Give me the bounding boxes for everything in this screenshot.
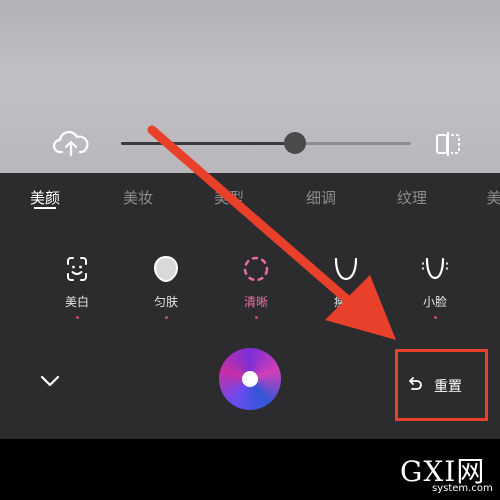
clarity-icon [243, 256, 269, 282]
tool-row: 美白 匀肤 清晰 瘦脸 小脸 [0, 253, 500, 323]
reset-label: 重置 [434, 379, 462, 395]
tab-makeup[interactable]: 美妆 [123, 187, 153, 208]
tab-active-underline [33, 207, 56, 209]
skin-icon [153, 255, 179, 283]
upload-cloud-icon[interactable] [53, 128, 89, 158]
beauty-panel: 美颜 美妆 美型 细调 纹理 美 美白 匀肤 清晰 瘦脸 小脸 重置 [0, 173, 500, 439]
tab-more[interactable]: 美 [486, 187, 500, 208]
tool-even-skin[interactable]: 匀肤 [136, 253, 196, 319]
slider-fill [121, 142, 295, 145]
tool-indicator-dot [433, 316, 437, 319]
tool-clarity[interactable]: 清晰 [226, 253, 286, 319]
tool-label: 清晰 [243, 295, 268, 309]
tab-beauty[interactable]: 美颜 [30, 187, 60, 209]
tool-slim-face[interactable]: 瘦脸 [316, 253, 376, 319]
tool-small-face[interactable]: 小脸 [405, 253, 465, 319]
face-icon [67, 257, 87, 281]
tool-whitening[interactable]: 美白 [47, 253, 107, 319]
tool-indicator-dot [254, 316, 258, 319]
tool-label: 匀肤 [153, 295, 178, 309]
tool-label: 瘦脸 [333, 295, 358, 309]
site-watermark: GXI网 system.com [398, 450, 498, 498]
small-face-icon [422, 257, 448, 280]
slider-thumb[interactable] [284, 132, 306, 154]
category-tabs: 美颜 美妆 美型 细调 纹理 美 [0, 173, 500, 223]
capture-button-center [242, 371, 258, 387]
tab-texture[interactable]: 纹理 [397, 187, 427, 208]
tab-fine-tune[interactable]: 细调 [306, 187, 336, 208]
tool-label: 美白 [64, 295, 89, 309]
face-shape-icon [334, 257, 358, 281]
tool-indicator-dot [75, 316, 79, 319]
tool-label: 小脸 [422, 295, 447, 309]
tool-indicator-dot [164, 316, 168, 319]
watermark-domain: system.com [432, 483, 493, 494]
undo-icon [409, 377, 422, 390]
photo-preview [0, 0, 500, 173]
intensity-slider[interactable] [121, 132, 411, 154]
tool-indicator-dot [344, 316, 348, 319]
compare-icon[interactable] [433, 129, 463, 159]
reset-button[interactable]: 重置 [395, 349, 488, 421]
tab-shape[interactable]: 美型 [214, 187, 244, 208]
collapse-chevron-icon[interactable] [39, 372, 61, 390]
capture-button[interactable] [219, 348, 281, 410]
